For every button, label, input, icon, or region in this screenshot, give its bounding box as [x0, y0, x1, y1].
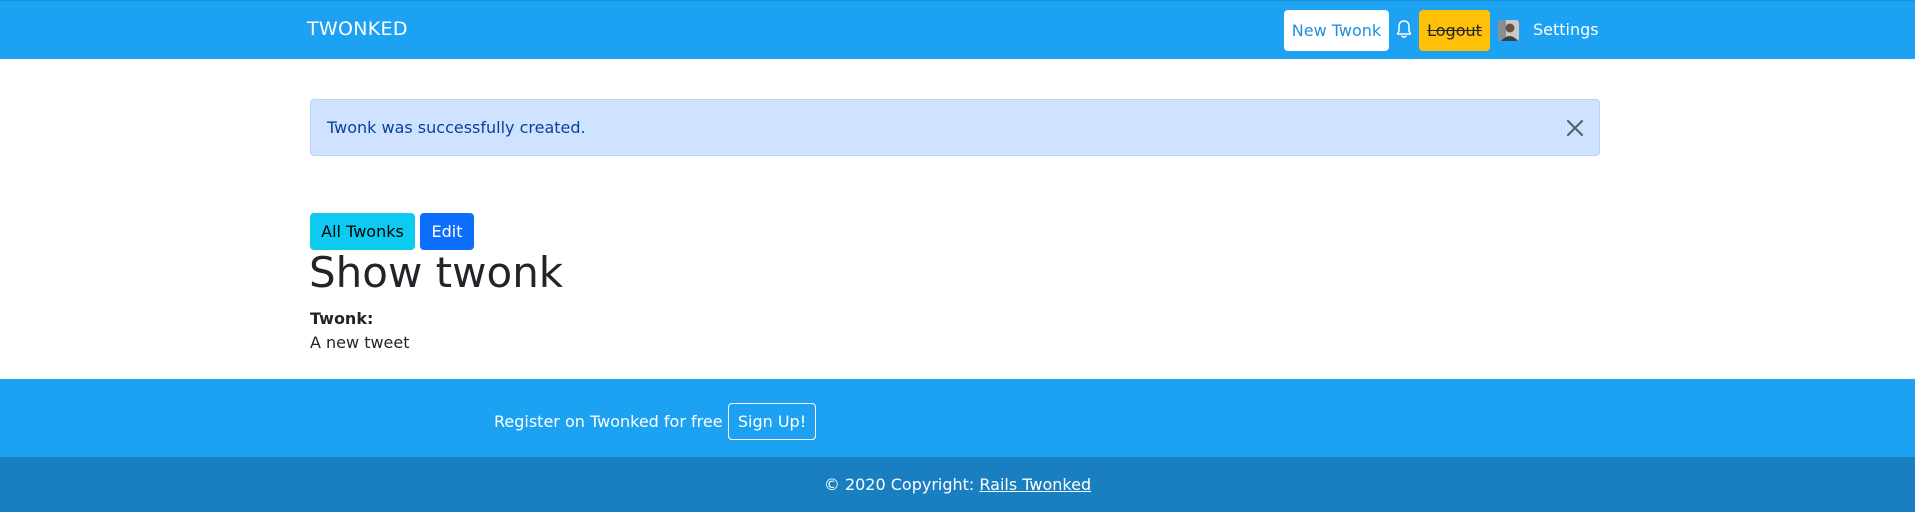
twonk-label: Twonk:	[310, 309, 374, 328]
signup-button[interactable]: Sign Up!	[728, 403, 816, 440]
bell-icon[interactable]	[1395, 19, 1413, 41]
all-twonks-button[interactable]: All Twonks	[310, 213, 415, 250]
register-text: Register on Twonked for free	[494, 412, 723, 431]
edit-button[interactable]: Edit	[420, 213, 474, 250]
logout-button[interactable]: Logout	[1419, 10, 1490, 51]
copyright-text: © 2020 Copyright:	[823, 475, 980, 494]
page-title: Show twonk	[309, 248, 564, 297]
twonk-content: A new tweet	[310, 333, 410, 352]
copyright-link[interactable]: Rails Twonked	[979, 475, 1091, 494]
navbar: TWONKED New Twonk Logout Settings	[0, 0, 1915, 59]
footer-copyright-bar: © 2020 Copyright: Rails Twonked	[0, 457, 1915, 512]
avatar[interactable]	[1498, 20, 1519, 41]
copyright: © 2020 Copyright: Rails Twonked	[0, 475, 1915, 494]
settings-link[interactable]: Settings	[1533, 20, 1599, 39]
brand-logo[interactable]: TWONKED	[307, 18, 408, 40]
close-icon[interactable]	[1565, 118, 1585, 138]
new-twonk-button[interactable]: New Twonk	[1284, 10, 1389, 51]
alert-message: Twonk was successfully created.	[327, 118, 586, 137]
success-alert: Twonk was successfully created.	[310, 99, 1600, 156]
footer-register-bar: Register on Twonked for free Sign Up!	[0, 379, 1915, 457]
